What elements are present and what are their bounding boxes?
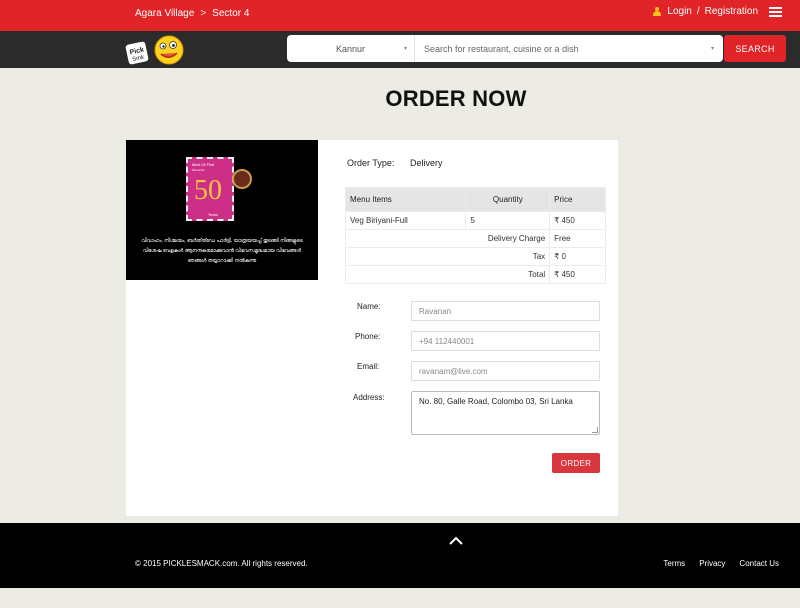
order-type-value: Delivery xyxy=(410,158,443,168)
footer: © 2015 PICKLESMACK.com. All rights reser… xyxy=(0,523,800,588)
promo-banner: Best Of First Moments 50 Years വിവാഹം, ന… xyxy=(126,140,318,280)
footer-links: Terms Privacy Contact Us xyxy=(663,559,779,568)
nav-bar: Pick Smk Kannur ▾ Search for restaurant,… xyxy=(0,31,800,68)
location-select[interactable]: Kannur ▾ xyxy=(287,35,415,62)
address-field[interactable]: No. 80, Galle Road, Colombo 03, Sri Lank… xyxy=(411,391,600,435)
chevron-down-icon[interactable]: ▾ xyxy=(711,45,714,52)
breadcrumb-sector[interactable]: Sector 4 xyxy=(212,8,249,19)
table-header-row: Menu Items Quantity Price xyxy=(344,187,606,212)
promo-text: വിവാഹം, നിശ്ചയം, ബർത്ത്ഡേ പാർട്ടി, യാത്ര… xyxy=(141,238,303,264)
total-label: Total xyxy=(344,265,551,284)
breadcrumb-separator: > xyxy=(200,8,207,19)
stamp-number: 50 xyxy=(194,175,222,206)
auth-links: Login / Registration xyxy=(653,6,782,17)
auth-separator: / xyxy=(696,6,700,17)
contact-us-link[interactable]: Contact Us xyxy=(739,559,779,568)
top-bar: Agara Village > Sector 4 Login / Registr… xyxy=(0,0,800,31)
tax-label: Tax xyxy=(344,247,551,266)
page-title: ORDER NOW xyxy=(385,86,527,111)
location-value: Kannur xyxy=(335,43,366,54)
search-box: Kannur ▾ Search for restaurant, cuisine … xyxy=(287,35,723,62)
delivery-value: Free xyxy=(549,229,606,248)
user-icon xyxy=(653,7,662,16)
anniversary-stamp: Best Of First Moments 50 Years xyxy=(186,157,234,221)
order-items-table: Menu Items Quantity Price Veg Biriyani-F… xyxy=(344,187,606,284)
terms-link[interactable]: Terms xyxy=(663,559,685,568)
tax-value: ₹ 0 xyxy=(549,247,606,266)
resize-handle-icon[interactable] xyxy=(592,427,598,433)
delivery-row: Delivery Charge Free xyxy=(344,229,606,248)
search-input[interactable]: Search for restaurant, cuisine or a dish xyxy=(424,35,579,62)
name-label: Name: xyxy=(357,302,381,311)
stamp-caption: Best Of First xyxy=(192,162,215,167)
search-button[interactable]: SEARCH xyxy=(724,35,786,62)
header-quantity: Quantity xyxy=(465,187,551,212)
address-label: Address: xyxy=(353,393,385,402)
privacy-link[interactable]: Privacy xyxy=(699,559,725,568)
picklesmack-logo[interactable]: Pick Smk xyxy=(125,34,189,66)
table-row: Veg Biriyani-Full 5 ₹ 450 xyxy=(344,211,606,230)
chevron-up-icon[interactable] xyxy=(449,535,463,545)
item-quantity: 5 xyxy=(465,211,551,230)
item-name: Veg Biriyani-Full xyxy=(344,211,467,230)
phone-label: Phone: xyxy=(355,332,381,341)
item-price: ₹ 450 xyxy=(549,211,606,230)
order-type-label: Order Type: xyxy=(347,158,395,168)
header-price: Price xyxy=(549,187,606,212)
tax-row: Tax ₹ 0 xyxy=(344,247,606,266)
phone-field[interactable]: +94 112440001 xyxy=(411,331,600,351)
hamburger-menu-icon[interactable] xyxy=(769,6,782,17)
stamp-caption-2: Moments xyxy=(192,168,205,172)
email-label: Email: xyxy=(357,362,380,371)
registration-link[interactable]: Registration xyxy=(705,6,758,17)
login-link[interactable]: Login xyxy=(667,6,691,17)
total-row: Total ₹ 450 xyxy=(344,265,606,284)
seal-icon xyxy=(232,169,252,189)
email-field[interactable]: ravanam@live.com xyxy=(411,361,600,381)
delivery-label: Delivery Charge xyxy=(344,229,551,248)
breadcrumb: Agara Village > Sector 4 xyxy=(135,8,249,19)
stamp-years: Years xyxy=(208,212,219,217)
address-value: No. 80, Galle Road, Colombo 03, Sri Lank… xyxy=(419,397,573,406)
header-menu-items: Menu Items xyxy=(344,187,467,212)
total-value: ₹ 450 xyxy=(549,265,606,284)
order-button[interactable]: ORDER xyxy=(552,453,600,473)
breadcrumb-village[interactable]: Agara Village xyxy=(135,8,194,19)
chevron-down-icon: ▾ xyxy=(404,46,408,52)
name-field[interactable]: Ravanan xyxy=(411,301,600,321)
copyright-text: © 2015 PICKLESMACK.com. All rights reser… xyxy=(135,559,308,568)
